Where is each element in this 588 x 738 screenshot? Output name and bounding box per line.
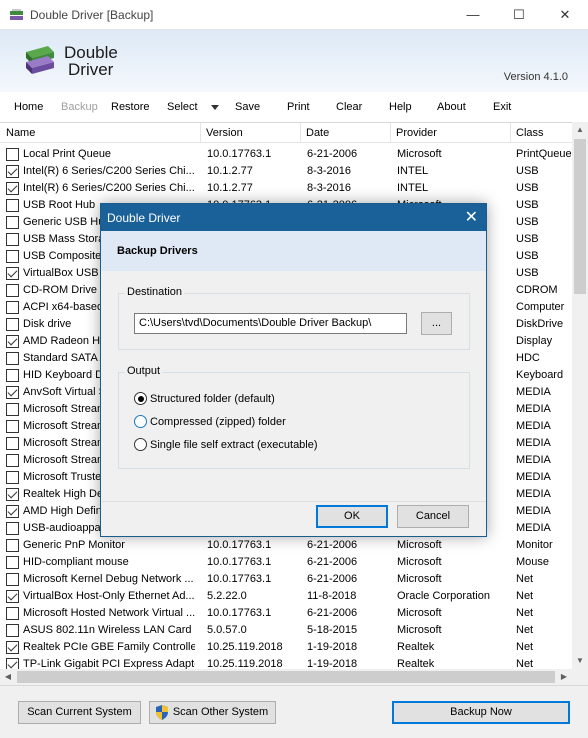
modal-overlay: Double Driver ✕ Backup Drivers Destinati… xyxy=(0,0,588,738)
self-extract-label[interactable]: Single file self extract (executable) xyxy=(150,439,318,451)
self-extract-radio[interactable] xyxy=(134,438,147,451)
cancel-button[interactable]: Cancel xyxy=(397,505,469,528)
dialog-title-bar: Double Driver ✕ xyxy=(101,204,486,231)
ok-button[interactable]: OK xyxy=(316,505,388,528)
dialog-heading: Backup Drivers xyxy=(117,245,198,257)
compressed-folder-radio[interactable] xyxy=(134,415,147,428)
structured-folder-label[interactable]: Structured folder (default) xyxy=(150,393,275,405)
output-label: Output xyxy=(125,365,163,377)
structured-folder-radio[interactable] xyxy=(134,392,147,405)
backup-dialog: Double Driver ✕ Backup Drivers Destinati… xyxy=(100,203,487,537)
browse-button[interactable]: ... xyxy=(421,312,452,335)
destination-label: Destination xyxy=(125,286,185,298)
destination-path-input[interactable]: C:\Users\tvd\Documents\Double Driver Bac… xyxy=(134,313,407,334)
dialog-header: Backup Drivers xyxy=(101,231,486,271)
dialog-close-icon[interactable]: ✕ xyxy=(465,207,478,227)
compressed-folder-label[interactable]: Compressed (zipped) folder xyxy=(150,416,286,428)
dialog-title: Double Driver xyxy=(107,211,181,225)
